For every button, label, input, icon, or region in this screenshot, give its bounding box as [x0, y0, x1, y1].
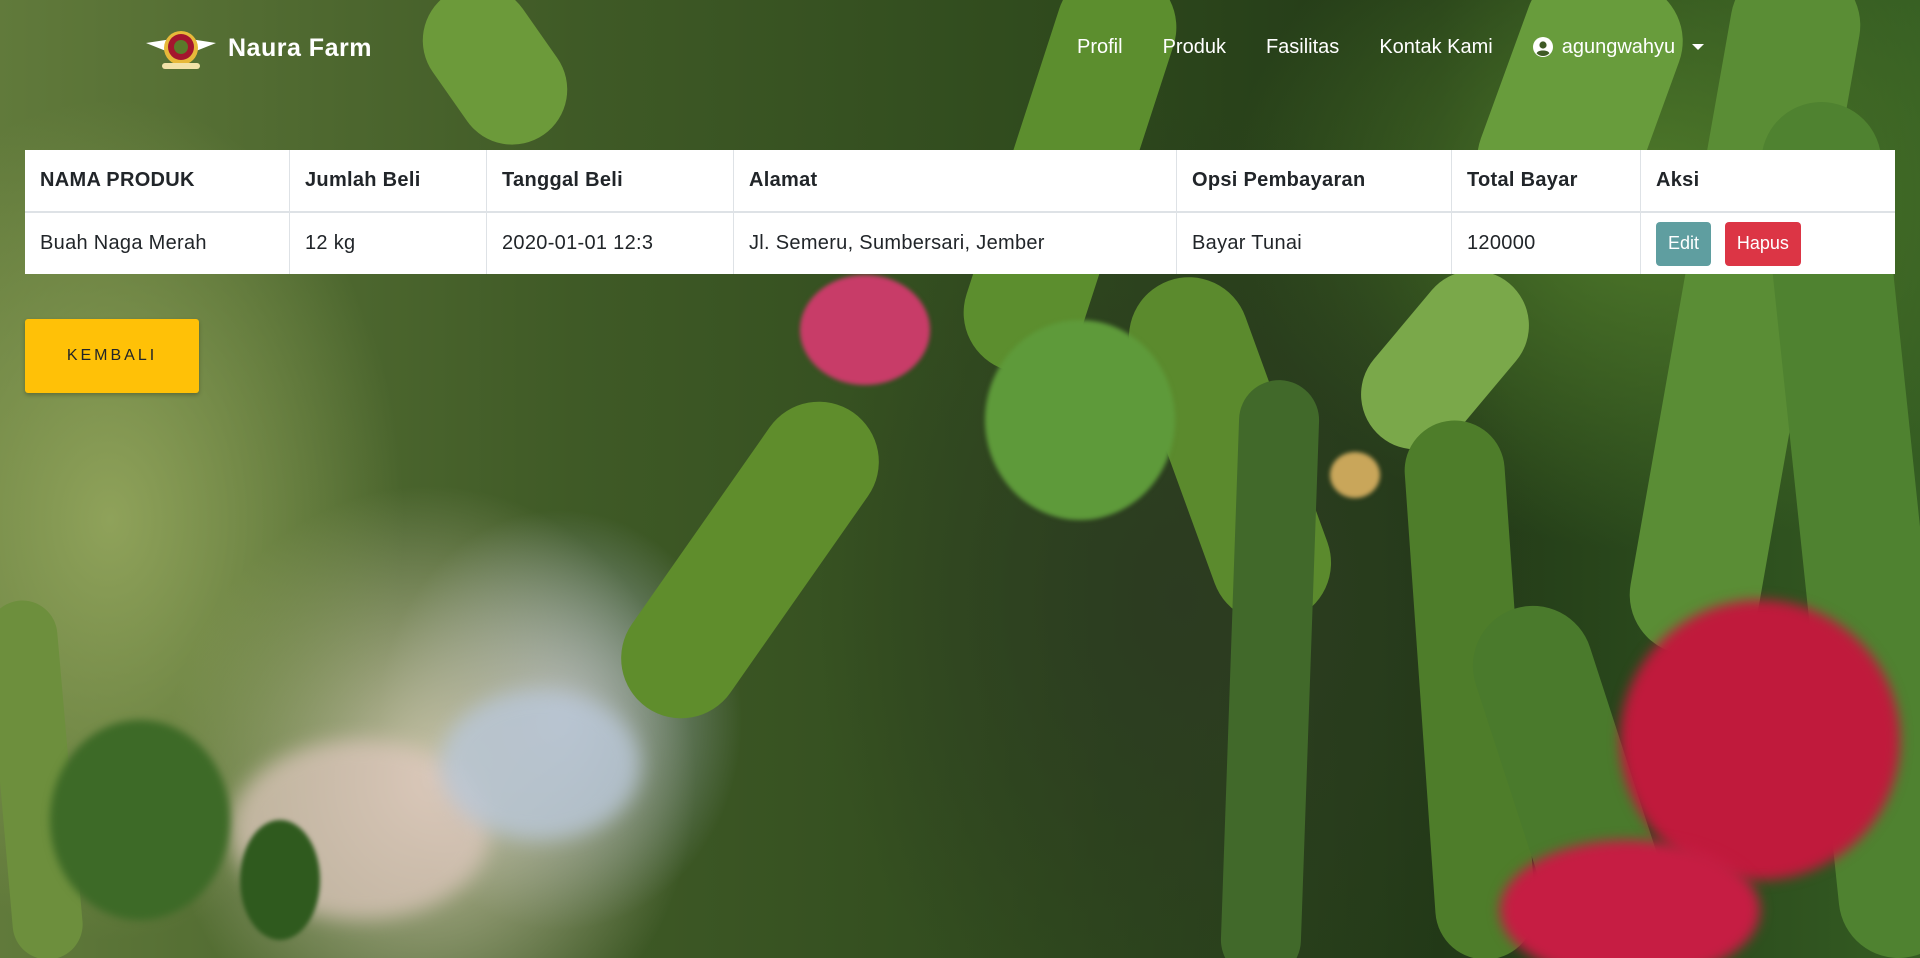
header-jumlah-beli: Jumlah Beli: [289, 150, 487, 213]
nav-link-produk[interactable]: Produk: [1143, 32, 1246, 62]
header-total-bayar: Total Bayar: [1451, 150, 1641, 213]
table-row: Buah Naga Merah 12 kg 2020-01-01 12:3 Jl…: [25, 212, 1895, 274]
header-aksi: Aksi: [1640, 150, 1895, 213]
cell-aksi: Edit Hapus: [1641, 212, 1896, 274]
brand-link[interactable]: Naura Farm: [144, 25, 372, 71]
kembali-button[interactable]: KEMBALI: [25, 319, 199, 393]
table-header-row: NAMA PRODUK Jumlah Beli Tanggal Beli Ala…: [25, 150, 1895, 213]
nav-link-kontak-kami[interactable]: Kontak Kami: [1359, 32, 1512, 62]
header-alamat: Alamat: [733, 150, 1177, 213]
cell-nama-produk: Buah Naga Merah: [25, 212, 290, 274]
header-nama-produk: NAMA PRODUK: [25, 150, 290, 213]
edit-button[interactable]: Edit: [1656, 221, 1712, 266]
cell-tanggal-beli: 2020-01-01 12:3: [486, 212, 734, 274]
username: agungwahyu: [1561, 35, 1676, 58]
nav-menu: Profil Produk Fasilitas Kontak Kami agun…: [1077, 32, 1705, 62]
user-circle-icon: [1532, 37, 1553, 57]
user-dropdown-toggle[interactable]: agungwahyu: [1513, 35, 1705, 59]
nav-link-fasilitas[interactable]: Fasilitas: [1246, 32, 1359, 62]
header-tanggal-beli: Tanggal Beli: [486, 150, 734, 213]
navbar: Naura Farm Profil Produk Fasilitas Konta…: [0, 0, 1920, 92]
hapus-button[interactable]: Hapus: [1724, 221, 1801, 266]
cell-opsi-pembayaran: Bayar Tunai: [1176, 212, 1452, 274]
naura-farm-logo-icon: [144, 25, 218, 71]
background-image: [0, 0, 1920, 958]
brand-name: Naura Farm: [228, 33, 372, 62]
order-table: NAMA PRODUK Jumlah Beli Tanggal Beli Ala…: [25, 150, 1895, 274]
header-opsi-pembayaran: Opsi Pembayaran: [1176, 150, 1452, 213]
nav-link-profil[interactable]: Profil: [1077, 32, 1143, 62]
cell-total-bayar: 120000: [1451, 212, 1641, 274]
cell-jumlah-beli: 12 kg: [289, 212, 487, 274]
chevron-down-icon: [1692, 44, 1705, 50]
cell-alamat: Jl. Semeru, Sumbersari, Jember: [733, 212, 1177, 274]
